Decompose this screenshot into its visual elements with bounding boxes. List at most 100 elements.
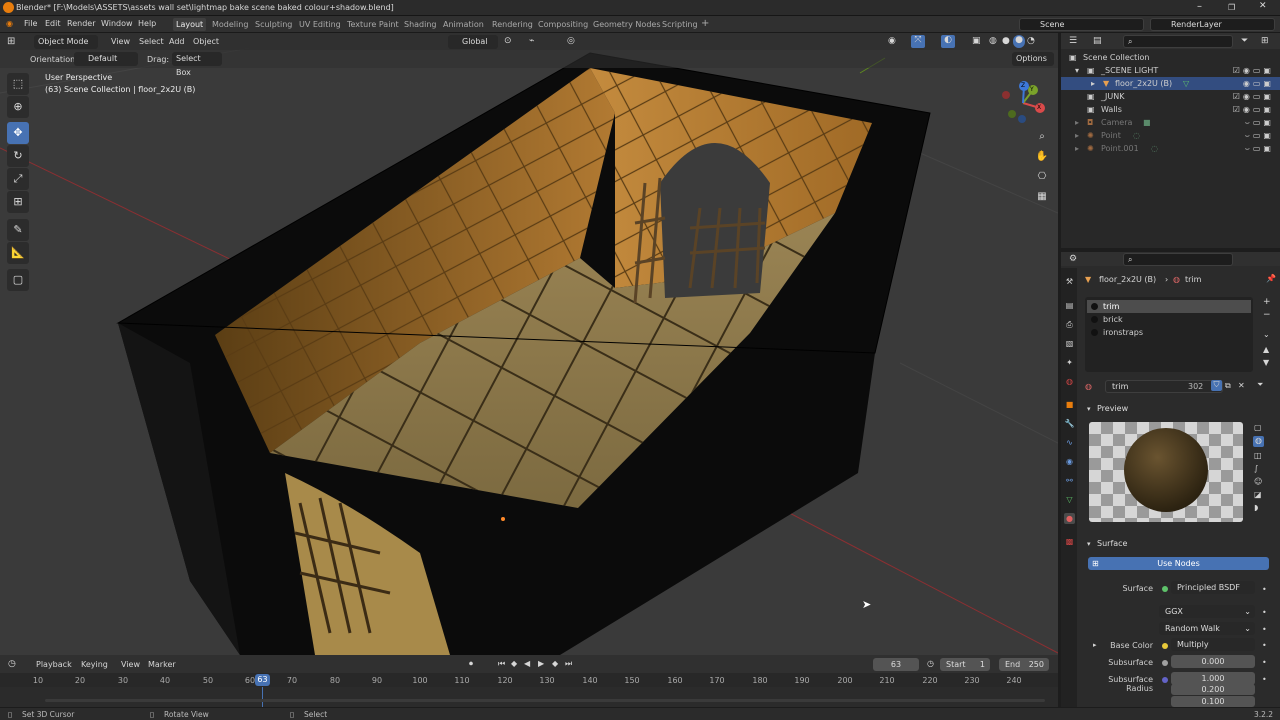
- expand-arrow-icon[interactable]: ▸: [1091, 77, 1095, 90]
- menu-view[interactable]: View: [111, 37, 130, 46]
- duplicate-material-icon[interactable]: ⧉: [1225, 381, 1231, 391]
- move-tool-icon[interactable]: ✥: [7, 122, 29, 144]
- menu-view[interactable]: View: [121, 660, 140, 669]
- timeline-editor-icon[interactable]: ◷: [8, 659, 16, 669]
- view-layer-selector[interactable]: RenderLayer: [1150, 18, 1275, 31]
- distribution-menu-icon[interactable]: •: [1262, 608, 1267, 617]
- menu-select[interactable]: Select: [139, 37, 164, 46]
- timeline-ruler[interactable]: 10 20 30 40 50 60 70 80 90 100 110 120 1…: [0, 673, 1058, 687]
- subsurface-radius-menu-icon[interactable]: •: [1262, 675, 1267, 684]
- menu-add[interactable]: Add: [169, 37, 185, 46]
- clock-icon[interactable]: ◷: [927, 659, 934, 668]
- preview-fluid-icon[interactable]: ◗: [1254, 503, 1258, 512]
- workspace-tab-animation[interactable]: Animation: [443, 20, 484, 29]
- material-slot[interactable]: ironstraps: [1087, 326, 1251, 339]
- new-collection-icon[interactable]: ⊞: [1261, 36, 1269, 46]
- world-tab-icon[interactable]: ◍: [1064, 376, 1075, 387]
- annotate-tool-icon[interactable]: ✎: [7, 219, 29, 241]
- menu-playback[interactable]: Playback: [36, 660, 72, 669]
- link-mode-icon[interactable]: ⏷: [1257, 380, 1263, 390]
- workspace-tab-rendering[interactable]: Rendering: [492, 20, 533, 29]
- visibility-toggles[interactable]: ☑◉▭▣: [1233, 90, 1274, 103]
- material-browse-icon[interactable]: ◍: [1085, 382, 1092, 391]
- select-box-tool-icon[interactable]: ⬚: [7, 73, 29, 95]
- outliner-row[interactable]: ▸ ✺ Point.001 ◌ ⌣▭▣: [1061, 142, 1280, 155]
- outliner-row[interactable]: ▸ ✺ Point ◌ ⌣▭▣: [1061, 129, 1280, 142]
- menu-render[interactable]: Render: [67, 19, 95, 28]
- add-cube-tool-icon[interactable]: ▢: [7, 269, 29, 291]
- workspace-tab-scripting[interactable]: Scripting: [662, 20, 698, 29]
- outliner-row[interactable]: ▣ Walls ☑◉▭▣: [1061, 103, 1280, 116]
- measure-tool-icon[interactable]: 📐: [7, 242, 29, 264]
- rendered-shading-icon[interactable]: ◔: [1027, 36, 1035, 46]
- workspace-tab-modeling[interactable]: Modeling: [212, 20, 248, 29]
- outliner-row[interactable]: ▸ ◘ Camera ■ ⌣▭▣: [1061, 116, 1280, 129]
- snap-icon[interactable]: ⌁: [529, 36, 534, 46]
- view-layer-tab-icon[interactable]: ▧: [1064, 338, 1075, 349]
- play-icon[interactable]: ▶: [538, 659, 544, 668]
- add-workspace-icon[interactable]: +: [701, 18, 709, 29]
- workspace-tab-layout[interactable]: Layout: [173, 18, 207, 31]
- material-tab-icon[interactable]: ●: [1064, 513, 1075, 524]
- minimize-button[interactable]: –: [1197, 1, 1202, 12]
- options-dropdown[interactable]: Options: [1012, 52, 1054, 66]
- visibility-toggles[interactable]: ☑◉▭▣: [1233, 103, 1274, 116]
- transform-orientation-dropdown[interactable]: Global: [448, 35, 498, 49]
- xray-icon[interactable]: ▣: [972, 36, 981, 46]
- menu-marker[interactable]: Marker: [148, 660, 176, 669]
- distribution-dropdown[interactable]: GGX ⌄: [1159, 605, 1255, 618]
- wireframe-shading-icon[interactable]: ◍: [989, 36, 997, 46]
- jump-keyframe-forward-icon[interactable]: ◆: [552, 659, 558, 668]
- menu-help[interactable]: Help: [138, 19, 156, 28]
- menu-object[interactable]: Object: [193, 37, 219, 46]
- workspace-tab-uv-editing[interactable]: UV Editing: [299, 20, 341, 29]
- end-frame-field[interactable]: End 250: [999, 658, 1049, 671]
- subsurface-radius-z-field[interactable]: 0.100: [1171, 696, 1255, 707]
- slot-menu-icon[interactable]: ⌄: [1263, 330, 1270, 339]
- constraints-tab-icon[interactable]: ⚯: [1064, 475, 1075, 486]
- panel-collapse-icon[interactable]: ▾: [1087, 540, 1091, 548]
- material-name-field[interactable]: trim: [1105, 380, 1223, 393]
- physics-tab-icon[interactable]: ◉: [1064, 456, 1075, 467]
- preview-cube-icon[interactable]: ◫: [1254, 451, 1262, 460]
- zoom-icon[interactable]: ⌕: [1034, 129, 1050, 145]
- navigation-gizmo[interactable]: X Y Z: [1000, 78, 1050, 128]
- visibility-toggles[interactable]: ☑◉▭▣: [1233, 64, 1274, 77]
- subsurface-method-dropdown[interactable]: Random Walk ⌄: [1159, 622, 1255, 635]
- expand-arrow-icon[interactable]: ▸: [1075, 116, 1079, 129]
- display-mode-icon[interactable]: ▤: [1093, 36, 1102, 46]
- material-users-count[interactable]: 302: [1188, 382, 1203, 391]
- outliner-row[interactable]: ▾ ▣ _SCENE LIGHT ☑◉▭▣: [1061, 64, 1280, 77]
- subsurface-radius-y-field[interactable]: 0.200: [1171, 684, 1255, 695]
- outliner-search-input[interactable]: ⌕: [1123, 35, 1233, 48]
- object-tab-icon[interactable]: ■: [1064, 399, 1075, 410]
- base-color-menu-icon[interactable]: •: [1262, 641, 1267, 650]
- use-nodes-button[interactable]: Use Nodes: [1088, 557, 1269, 570]
- close-button[interactable]: ✕: [1259, 1, 1267, 11]
- drag-dropdown[interactable]: Select Box: [172, 52, 222, 77]
- orthographic-toggle-icon[interactable]: ▦: [1034, 189, 1050, 205]
- material-slot-selected[interactable]: trim: [1087, 300, 1251, 313]
- expand-arrow-icon[interactable]: ▸: [1075, 129, 1079, 142]
- timeline-scrollbar[interactable]: [45, 699, 1045, 702]
- material-preview-icon[interactable]: ●: [1013, 35, 1025, 48]
- properties-editor-icon[interactable]: ⚙: [1069, 254, 1077, 264]
- preview-cloth-icon[interactable]: ◪: [1254, 490, 1262, 499]
- preview-flat-icon[interactable]: ▢: [1254, 423, 1262, 432]
- 3d-viewport[interactable]: ⊞ Object Mode View Select Add Object Glo…: [0, 33, 1058, 655]
- playhead-line[interactable]: [262, 687, 263, 707]
- subsurface-menu-icon[interactable]: •: [1262, 658, 1267, 667]
- outliner-editor-icon[interactable]: ☰: [1069, 36, 1077, 46]
- surface-shader-field[interactable]: Principled BSDF: [1171, 581, 1255, 594]
- orientation-dropdown[interactable]: Default: [74, 52, 138, 66]
- move-slot-up-icon[interactable]: ▲: [1263, 345, 1269, 354]
- jump-end-icon[interactable]: ⏭: [565, 659, 572, 669]
- expand-arrow-icon[interactable]: ▾: [1075, 64, 1079, 77]
- data-tab-icon[interactable]: ▽: [1064, 494, 1075, 505]
- solid-shading-icon[interactable]: ●: [1002, 36, 1010, 46]
- overlay-toggle-icon[interactable]: ◐: [941, 35, 955, 48]
- workspace-tab-geometry-nodes[interactable]: Geometry Nodes: [593, 20, 660, 29]
- cursor-tool-icon[interactable]: ⊕: [7, 96, 29, 118]
- subsurface-value-field[interactable]: 0.000: [1171, 655, 1255, 668]
- properties-search-input[interactable]: ⌕: [1123, 253, 1233, 266]
